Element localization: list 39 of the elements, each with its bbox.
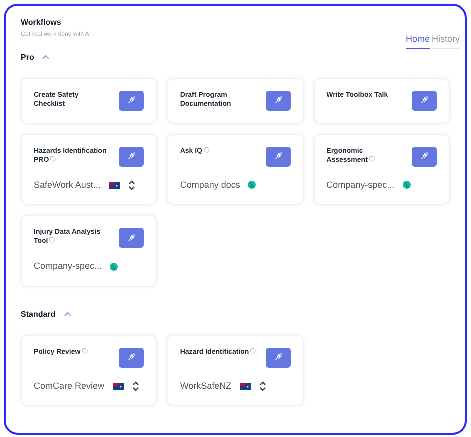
source-label: SafeWork Aust...: [34, 178, 101, 192]
rocket-icon: [274, 353, 283, 362]
section-title: Pro: [21, 52, 34, 64]
chevron-up-icon[interactable]: [42, 55, 50, 60]
chevron-up-down-icon[interactable]: [258, 380, 267, 392]
source-label: WorkSafeNZ: [180, 380, 232, 392]
flag-icon: [240, 382, 251, 390]
section-title: Standard: [21, 308, 56, 320]
source-label: Company-spec...: [34, 260, 102, 273]
globe-icon: [402, 181, 411, 190]
source-label: ComCare Review: [34, 380, 105, 392]
launch-button[interactable]: [266, 348, 291, 368]
rocket-icon: [420, 96, 429, 105]
globe-icon: [110, 262, 118, 271]
launch-button[interactable]: [119, 348, 144, 368]
source-label: Company-spec...: [326, 178, 395, 192]
flag-icon: [112, 382, 124, 390]
launch-button[interactable]: [266, 146, 291, 166]
source-label: Company docs: [180, 178, 240, 192]
launch-button[interactable]: [412, 146, 437, 166]
globe-icon: [248, 181, 256, 190]
rocket-icon: [127, 234, 136, 242]
launch-button[interactable]: [119, 146, 144, 166]
rocket-icon: [127, 152, 136, 161]
rocket-icon: [274, 152, 283, 161]
tab[interactable]: Home: [406, 33, 430, 48]
flag-icon: [108, 182, 120, 189]
rocket-icon: [127, 353, 136, 362]
panel-title: Workflows: [21, 17, 62, 29]
launch-button[interactable]: [119, 90, 144, 110]
launch-button[interactable]: [266, 90, 291, 110]
rocket-icon: [420, 152, 429, 161]
chevron-up-down-icon[interactable]: [128, 180, 136, 191]
chevron-up-icon[interactable]: [64, 312, 72, 317]
rocket-icon: [127, 96, 136, 105]
chevron-up-down-icon[interactable]: [132, 380, 140, 392]
launch-button[interactable]: [119, 228, 144, 248]
rocket-icon: [274, 96, 283, 105]
launch-button[interactable]: [412, 90, 437, 110]
